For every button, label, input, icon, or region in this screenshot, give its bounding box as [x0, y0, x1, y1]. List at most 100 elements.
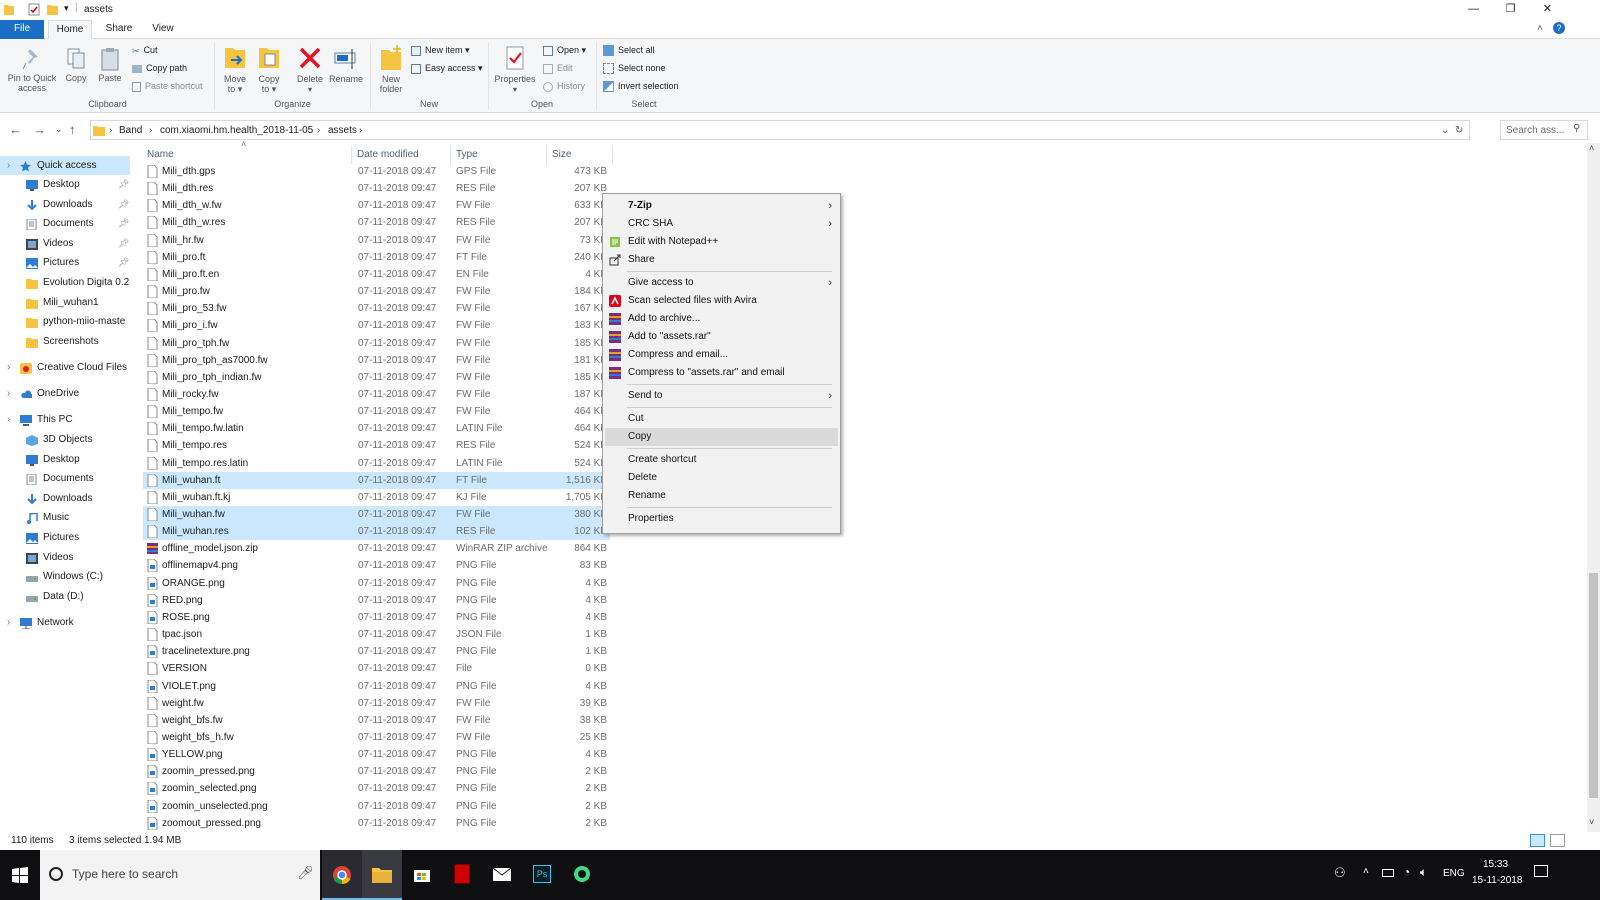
nav-quick-item[interactable]: Mili_wuhan1 — [0, 293, 130, 312]
nav-quick-item[interactable]: Documents 📌︎ — [0, 214, 130, 233]
refresh-icon[interactable]: ↻ — [1455, 125, 1463, 136]
file-row[interactable]: weight_bfs.fw 07-11-2018 09:47 FW File 38 K… — [143, 712, 610, 729]
file-row[interactable]: Mili_pro_tph_indian.fw 07-11-2018 09:47 FW… — [143, 369, 610, 386]
context-menu-item[interactable]: Compress and email... — [605, 346, 838, 364]
new-folder-quick-icon[interactable] — [47, 3, 59, 16]
android-studio-taskbar-icon[interactable] — [562, 850, 602, 900]
breadcrumb-assets[interactable]: assets — [328, 125, 357, 136]
context-menu-item[interactable]: Share — [605, 251, 838, 269]
file-row[interactable]: Mili_tempo.res 07-11-2018 09:47 RES File 52… — [143, 437, 610, 454]
recent-locations-icon[interactable]: ⌄ — [55, 124, 63, 135]
expand-chevron-icon[interactable]: › — [7, 358, 10, 377]
file-row[interactable]: Mili_pro.ft.en 07-11-2018 09:47 EN File 4 K… — [143, 266, 610, 283]
file-row[interactable]: offlinemapv4.png 07-11-2018 09:47 PNG File… — [143, 557, 610, 574]
scroll-down-icon[interactable]: ˅ — [1589, 817, 1594, 827]
chrome-taskbar-icon[interactable] — [322, 850, 362, 900]
nav-quick-access[interactable]: › Quick access — [0, 156, 130, 175]
context-menu-item[interactable]: Copy — [605, 428, 838, 446]
back-icon[interactable]: ← — [9, 122, 22, 137]
file-row[interactable]: VERSION 07-11-2018 09:47 File 0 KB — [143, 660, 610, 677]
copy-button[interactable]: Copy — [62, 47, 90, 83]
delete-button[interactable]: Delete ▾ — [294, 44, 326, 95]
restore-button[interactable]: ❐ — [1492, 0, 1529, 20]
mail-taskbar-icon[interactable] — [482, 850, 522, 900]
tab-file[interactable]: File — [0, 20, 44, 39]
nav-quick-item[interactable]: Screenshots — [0, 332, 130, 351]
new-folder-button[interactable]: New folder — [374, 44, 408, 94]
tab-home[interactable]: Home — [48, 20, 92, 40]
file-row[interactable]: RED.png 07-11-2018 09:47 PNG File 4 KB — [143, 592, 610, 609]
file-row[interactable]: Mili_tempo.fw.latin 07-11-2018 09:47 LATIN… — [143, 420, 610, 437]
expand-chevron-icon[interactable]: › — [7, 613, 10, 632]
file-row[interactable]: ROSE.png 07-11-2018 09:47 PNG File 4 KB — [143, 609, 610, 626]
history-button[interactable]: History — [543, 79, 585, 95]
properties-quick-icon[interactable] — [28, 3, 40, 16]
volume-icon[interactable]: 🔈︎ — [1420, 865, 1427, 880]
pin-to-quick-access-button[interactable]: Pin to Quick access — [5, 47, 59, 93]
copy-path-button[interactable]: Copy path — [132, 61, 187, 77]
file-row[interactable]: Mili_hr.fw 07-11-2018 09:47 FW File 73 KB — [143, 232, 610, 249]
nav-quick-item[interactable]: Evolution Digita 0.2 — [0, 273, 130, 292]
file-row[interactable]: Mili_wuhan.ft.kj 07-11-2018 09:47 KJ File 1… — [143, 489, 610, 506]
up-icon[interactable]: ↑ — [69, 122, 76, 137]
context-menu-item[interactable]: Send to › — [605, 387, 838, 405]
file-row[interactable]: VIOLET.png 07-11-2018 09:47 PNG File 4 KB — [143, 678, 610, 695]
file-row[interactable]: Mili_pro_tph_as7000.fw 07-11-2018 09:47 FW… — [143, 352, 610, 369]
copy-to-button[interactable]: Copy to ▾ — [254, 44, 284, 94]
context-menu-item[interactable]: Compress to "assets.rar" and email — [605, 364, 838, 382]
properties-button[interactable]: Properties ▾ — [492, 44, 538, 95]
file-row[interactable]: Mili_dth_w.res 07-11-2018 09:47 RES File 20… — [143, 214, 610, 231]
context-menu-item[interactable]: Edit with Notepad++ — [605, 233, 838, 251]
tab-view[interactable]: View — [143, 20, 183, 39]
breadcrumb-band[interactable]: Band — [119, 125, 142, 136]
edit-button[interactable]: Edit — [543, 61, 573, 77]
breadcrumb-package[interactable]: com.xiaomi.hm.health_2018-11-05 — [160, 125, 313, 136]
file-row[interactable]: Mili_pro_tph.fw 07-11-2018 09:47 FW File 18… — [143, 335, 610, 352]
context-menu-item[interactable]: Give access to › — [605, 274, 838, 292]
file-row[interactable]: zoomout_pressed.png 07-11-2018 09:47 PNG F… — [143, 815, 610, 832]
app-taskbar-icon[interactable] — [442, 850, 482, 900]
paste-shortcut-button[interactable]: Paste shortcut — [132, 79, 203, 95]
file-row[interactable]: Mili_pro.fw 07-11-2018 09:47 FW File 184 KB — [143, 283, 610, 300]
column-header-size[interactable]: Size — [548, 146, 613, 164]
language-indicator[interactable]: ENG — [1443, 868, 1465, 879]
forward-icon[interactable]: → — [33, 122, 46, 137]
easy-access-button[interactable]: Easy access ▾ — [411, 61, 483, 77]
expand-chevron-icon[interactable]: › — [7, 384, 10, 403]
file-row[interactable]: tracelinetexture.png 07-11-2018 09:47 PNG … — [143, 643, 610, 660]
context-menu-item[interactable]: Delete — [605, 469, 838, 487]
battery-icon[interactable] — [1382, 869, 1394, 877]
open-button[interactable]: Open ▾ — [543, 43, 586, 59]
nav-creative-cloud[interactable]: › Creative Cloud Files — [0, 358, 130, 377]
context-menu-item[interactable]: Rename — [605, 487, 838, 505]
paste-button[interactable]: Paste — [95, 47, 125, 83]
file-row[interactable]: YELLOW.png 07-11-2018 09:47 PNG File 4 KB — [143, 746, 610, 763]
file-row[interactable]: tpac.json 07-11-2018 09:47 JSON File 1 KB — [143, 626, 610, 643]
help-icon[interactable]: ? — [1553, 22, 1565, 34]
invert-selection-button[interactable]: Invert selection — [603, 79, 679, 95]
select-none-button[interactable]: Select none — [603, 61, 666, 77]
expand-chevron-icon[interactable]: › — [7, 156, 10, 175]
nav-pc-item[interactable]: Data (D:) — [0, 587, 130, 606]
file-row[interactable]: offline_model.json.zip 07-11-2018 09:47 Wi… — [143, 540, 610, 557]
customize-quick-access-icon[interactable]: ▾ — [64, 3, 69, 14]
nav-quick-item[interactable]: Videos 📌︎ — [0, 234, 130, 253]
nav-pc-item[interactable]: Videos — [0, 548, 130, 567]
vertical-scrollbar[interactable]: ˄ ˅ — [1587, 143, 1600, 832]
search-input[interactable]: Search ass... ⚲ — [1500, 120, 1588, 140]
file-row[interactable]: ORANGE.png 07-11-2018 09:47 PNG File 4 KB — [143, 575, 610, 592]
file-row[interactable]: Mili_pro_53.fw 07-11-2018 09:47 FW File 167… — [143, 300, 610, 317]
file-row[interactable]: Mili_pro.ft 07-11-2018 09:47 FT File 240 KB — [143, 249, 610, 266]
clock-time[interactable]: 15:33 — [1483, 859, 1508, 870]
tab-share[interactable]: Share — [97, 20, 141, 39]
column-header-date[interactable]: Date modified — [353, 146, 451, 164]
nav-pc-item[interactable]: Windows (C:) — [0, 567, 130, 586]
context-menu-item[interactable]: Scan selected files with Avira — [605, 292, 838, 310]
file-row[interactable]: zoomin_unselected.png 07-11-2018 09:47 PNG… — [143, 798, 610, 815]
nav-pc-item[interactable]: Desktop — [0, 450, 130, 469]
file-explorer-taskbar-icon[interactable] — [362, 850, 402, 900]
nav-onedrive[interactable]: › OneDrive — [0, 384, 130, 403]
column-header-name[interactable]: Name — [143, 146, 352, 164]
address-bar[interactable]: › Band › com.xiaomi.hm.health_2018-11-05… — [90, 120, 1470, 140]
nav-network[interactable]: › Network — [0, 613, 130, 632]
